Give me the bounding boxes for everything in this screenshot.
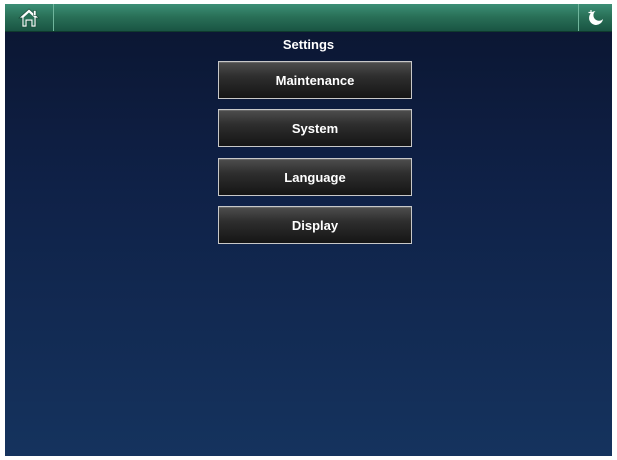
display-button[interactable]: Display	[218, 206, 412, 244]
maintenance-button[interactable]: Maintenance	[218, 61, 412, 99]
home-button[interactable]	[5, 4, 54, 31]
page-title: Settings	[282, 37, 335, 52]
home-icon	[18, 7, 40, 27]
top-bar	[5, 4, 612, 32]
language-button[interactable]: Language	[218, 158, 412, 196]
settings-screen: Settings Maintenance System Language Dis…	[5, 4, 612, 456]
standby-power-icon	[588, 9, 603, 25]
standby-button[interactable]	[578, 4, 612, 31]
system-button[interactable]: System	[218, 109, 412, 147]
